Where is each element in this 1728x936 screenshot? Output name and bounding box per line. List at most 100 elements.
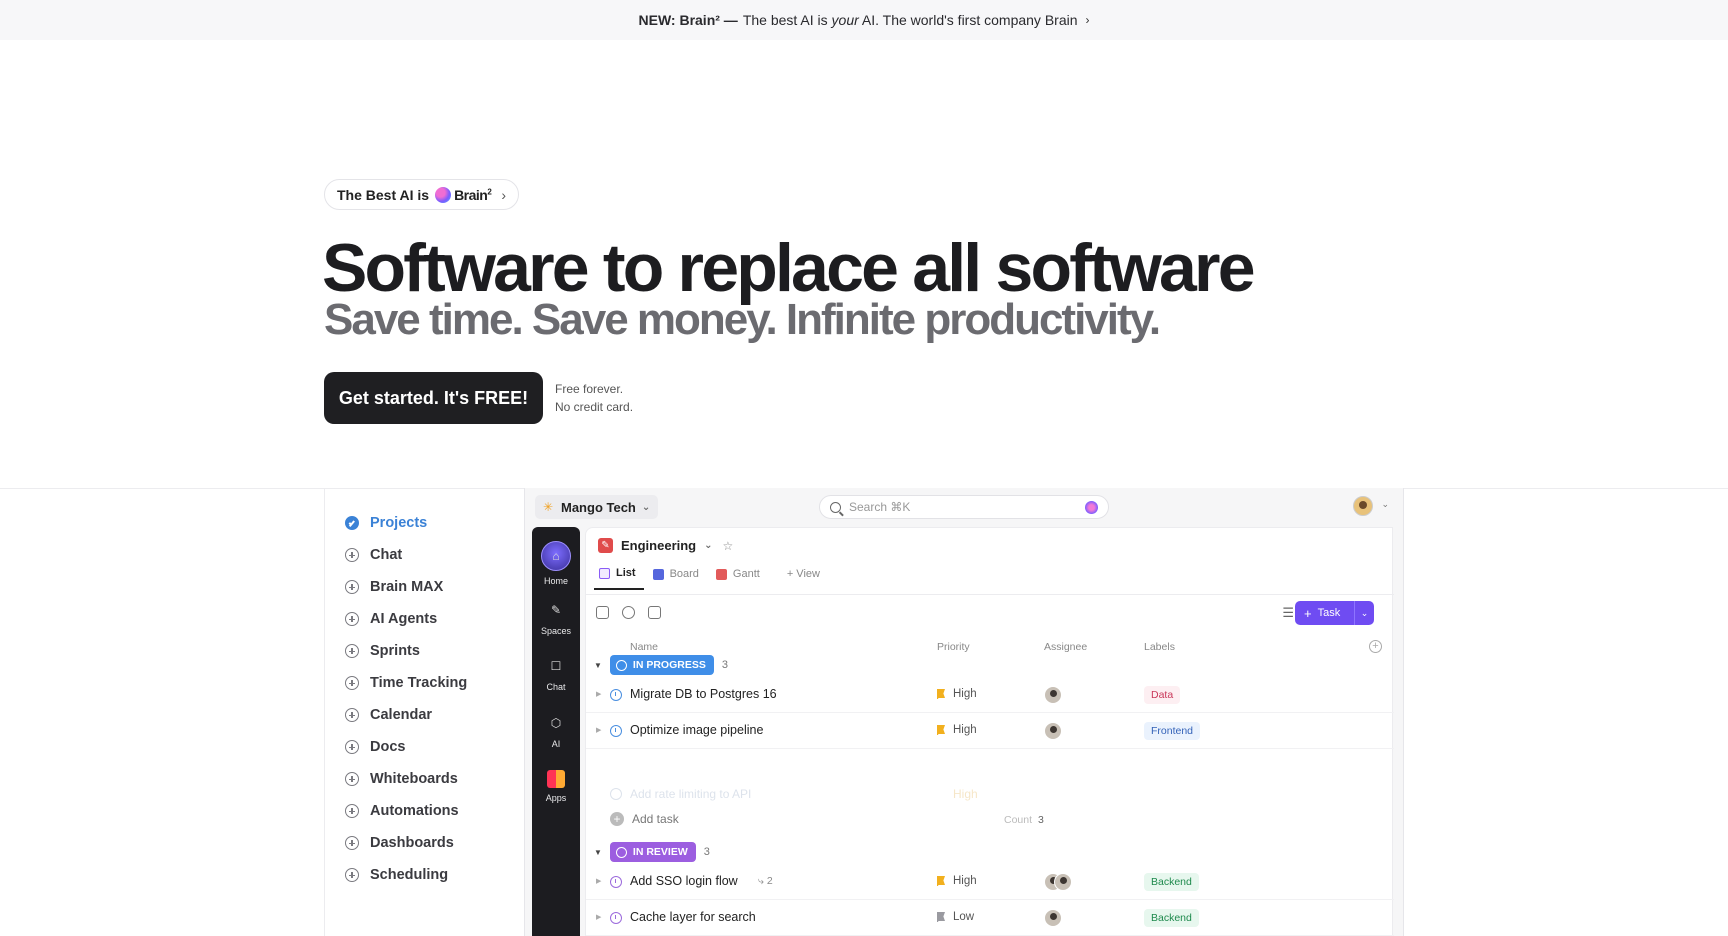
brain-logo-icon: [435, 186, 452, 203]
feature-chat[interactable]: Chat: [345, 547, 402, 563]
feature-brain-max[interactable]: Brain MAX: [345, 579, 443, 595]
rail-apps[interactable]: Apps: [532, 770, 580, 803]
task-priority[interactable]: Low: [953, 911, 974, 923]
task-label[interactable]: Backend: [1144, 909, 1199, 927]
task-priority[interactable]: High: [953, 724, 977, 736]
tab-list[interactable]: List: [594, 566, 644, 590]
user-avatar[interactable]: [1353, 496, 1373, 516]
add-column-icon[interactable]: +: [1369, 640, 1382, 653]
task-priority[interactable]: High: [953, 688, 977, 700]
assignee-avatar[interactable]: [1054, 873, 1072, 891]
task-priority[interactable]: High: [953, 875, 977, 887]
plus-circle-icon: [345, 580, 359, 594]
table-row[interactable]: ▶ Cache layer for search Low Backend: [586, 900, 1394, 936]
flag-icon: [937, 689, 945, 699]
status-icon[interactable]: [610, 912, 622, 924]
ai-sparkle-icon[interactable]: [1085, 501, 1098, 514]
caret-right-icon[interactable]: ▶: [596, 877, 601, 885]
chevron-right-icon: ›: [501, 186, 506, 203]
task-name[interactable]: Cache layer for search: [630, 910, 756, 924]
feature-sprints[interactable]: Sprints: [345, 643, 420, 659]
column-name[interactable]: Name: [630, 641, 658, 653]
task-label[interactable]: Data: [1144, 686, 1181, 704]
subtasks-icon[interactable]: [622, 606, 635, 619]
list-view: ✎ Engineering ⌄ ☆ List Board Gantt + Vie…: [585, 527, 1394, 936]
plus-circle-icon: [345, 804, 359, 818]
plus-circle-icon: [345, 836, 359, 850]
feature-scheduling[interactable]: Scheduling: [345, 867, 448, 883]
caret-right-icon[interactable]: ▶: [596, 726, 601, 734]
cta-note-line-1: Free forever.: [555, 382, 624, 396]
rail-spaces[interactable]: ✎ Spaces: [532, 599, 580, 636]
feature-docs[interactable]: Docs: [345, 739, 405, 755]
toolbar: ☰ + Task ⌄: [596, 601, 1386, 625]
status-icon: [615, 659, 627, 671]
spaces-icon: ✎: [550, 603, 562, 617]
brain-wordmark: Brain2: [454, 186, 492, 203]
rail-chat[interactable]: ☐ Chat: [532, 655, 580, 692]
task-priority: High: [953, 787, 978, 801]
caret-right-icon[interactable]: ▶: [596, 913, 601, 921]
announcement-banner[interactable]: NEW: Brain² — The best AI is your AI. Th…: [0, 0, 1728, 40]
table-row[interactable]: ▶ Optimize image pipeline High Frontend: [586, 713, 1394, 749]
table-row[interactable]: ▶ Migrate DB to Postgres 16 High Data: [586, 677, 1394, 713]
status-icon[interactable]: [610, 689, 622, 701]
rail-label: Spaces: [540, 626, 572, 636]
tab-gantt[interactable]: Gantt: [711, 566, 768, 590]
column-labels[interactable]: Labels: [1144, 641, 1175, 653]
assignee-avatar[interactable]: [1044, 722, 1062, 740]
assignee-avatar[interactable]: [1044, 909, 1062, 927]
table-row[interactable]: ▶ Add SSO login flow ⤷ 2 High Backend: [586, 864, 1394, 900]
group-count: 3: [721, 659, 728, 671]
task-name[interactable]: Add SSO login flow: [630, 874, 738, 888]
column-priority[interactable]: Priority: [937, 641, 970, 653]
apps-icon: [547, 770, 565, 788]
project-header[interactable]: ✎ Engineering ⌄ ☆: [598, 538, 733, 553]
feature-time-tracking[interactable]: Time Tracking: [345, 675, 467, 691]
task-name[interactable]: Migrate DB to Postgres 16: [630, 687, 777, 701]
flag-icon: [937, 912, 945, 922]
feature-dashboards[interactable]: Dashboards: [345, 835, 454, 851]
status-group-in-review[interactable]: ▼ IN REVIEW 3: [594, 842, 710, 862]
subtask-count[interactable]: ⤷ 2: [758, 875, 773, 888]
column-assignee[interactable]: Assignee: [1044, 641, 1087, 653]
layers-icon[interactable]: [596, 606, 609, 619]
plus-icon: +: [610, 812, 624, 826]
plus-circle-icon: [345, 676, 359, 690]
gantt-icon: [715, 568, 727, 580]
status-icon[interactable]: [610, 876, 622, 888]
rail-home[interactable]: ⌂ Home: [532, 541, 580, 586]
feature-automations[interactable]: Automations: [345, 803, 459, 819]
hero-subtitle: Save time. Save money. Infinite producti…: [324, 295, 1161, 344]
chevron-down-icon[interactable]: ⌄: [1381, 499, 1389, 510]
task-name[interactable]: Optimize image pipeline: [630, 723, 763, 737]
status-group-in-progress[interactable]: ▼ IN PROGRESS 3: [594, 655, 728, 675]
filter-icon[interactable]: ☰: [1282, 605, 1294, 621]
task-label[interactable]: Backend: [1144, 873, 1199, 891]
add-view-tab[interactable]: + View: [782, 566, 828, 590]
status-icon[interactable]: [610, 725, 622, 737]
star-icon[interactable]: ☆: [723, 539, 734, 553]
rail-ai[interactable]: ⬡ AI: [532, 712, 580, 749]
feature-ai-agents[interactable]: AI Agents: [345, 611, 437, 627]
assignee-avatar[interactable]: [1044, 686, 1062, 704]
chevron-down-icon[interactable]: ⌄: [1354, 601, 1374, 625]
tab-board[interactable]: Board: [648, 566, 707, 590]
columns-icon[interactable]: [648, 606, 661, 619]
search-input[interactable]: Search ⌘K: [819, 495, 1109, 519]
caret-right-icon[interactable]: ▶: [596, 690, 601, 698]
search-icon: [830, 501, 841, 513]
task-label[interactable]: Frontend: [1144, 722, 1201, 740]
feature-projects[interactable]: Projects: [345, 515, 427, 531]
get-started-button[interactable]: Get started. It's FREE!: [324, 372, 543, 424]
project-icon: ✎: [598, 538, 613, 553]
brain-pill-link[interactable]: The Best AI is Brain2 ›: [324, 179, 519, 210]
flag-icon: [937, 725, 945, 735]
feature-calendar[interactable]: Calendar: [345, 707, 432, 723]
feature-whiteboards[interactable]: Whiteboards: [345, 771, 458, 787]
workspace-switcher[interactable]: ✳ Mango Tech ⌄: [535, 495, 659, 519]
add-task-button[interactable]: + Task ⌄: [1295, 601, 1374, 625]
add-task-row[interactable]: + Add task: [610, 812, 679, 826]
caret-down-icon: ▼: [594, 660, 602, 670]
plus-circle-icon: [345, 772, 359, 786]
